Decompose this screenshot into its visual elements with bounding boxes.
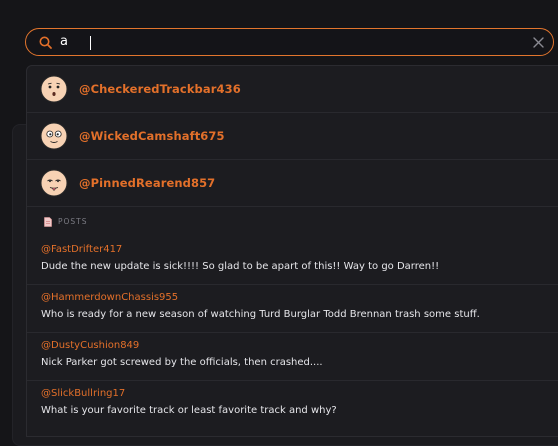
post-text: What is your favorite track or least fav… [41, 405, 337, 416]
post-text: Dude the new update is sick!!!! So glad … [41, 261, 440, 272]
post-text: Nick Parker got screwed by the officials… [41, 357, 323, 368]
post-text: Who is ready for a new season of watchin… [41, 309, 480, 320]
post-author[interactable]: @SlickBullring17 [41, 388, 125, 399]
posts-section-header: POSTS [27, 207, 558, 237]
search-input[interactable] [60, 32, 500, 52]
document-icon [44, 217, 52, 227]
face-surprised-avatar [40, 75, 68, 103]
search-results-dropdown: @CheckeredTrackbar436 @WickedCamshaft675… [26, 65, 558, 437]
posts-section-label: POSTS [58, 217, 88, 226]
user-result-item[interactable]: @WickedCamshaft675 [27, 113, 558, 160]
post-author[interactable]: @HammerdownChassis955 [41, 292, 178, 303]
search-bar[interactable] [25, 28, 554, 56]
post-author[interactable]: @FastDrifter417 [41, 244, 122, 255]
post-result-item[interactable]: @SlickBullring17 What is your favorite t… [27, 381, 558, 429]
face-tongue-avatar [40, 169, 68, 197]
user-handle: @CheckeredTrackbar436 [79, 82, 241, 96]
post-result-item[interactable]: @HammerdownChassis955 Who is ready for a… [27, 285, 558, 333]
user-result-item[interactable]: @CheckeredTrackbar436 [27, 66, 558, 113]
user-result-item[interactable]: @PinnedRearend857 [27, 160, 558, 207]
post-result-item[interactable]: @FastDrifter417 Dude the new update is s… [27, 237, 558, 285]
face-wide-eyes-avatar [40, 122, 68, 150]
close-icon[interactable] [532, 36, 545, 49]
user-handle: @WickedCamshaft675 [79, 129, 225, 143]
post-result-item[interactable]: @DustyCushion849 Nick Parker got screwed… [27, 333, 558, 381]
search-icon [39, 36, 52, 49]
text-caret [90, 36, 91, 50]
post-author[interactable]: @DustyCushion849 [41, 340, 139, 351]
user-handle: @PinnedRearend857 [79, 176, 216, 190]
